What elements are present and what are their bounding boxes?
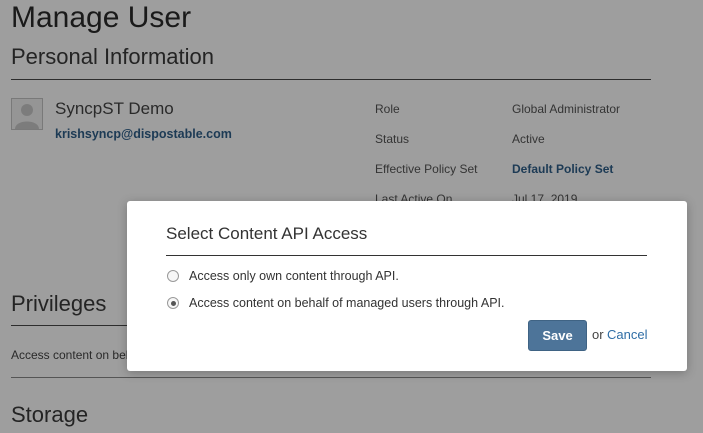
radio-managed-users[interactable] [167,297,179,309]
radio-own-content[interactable] [167,270,179,282]
option-managed-users[interactable]: Access content on behalf of managed user… [167,296,504,310]
or-text: or [592,327,604,342]
option-own-content[interactable]: Access only own content through API. [167,269,399,283]
option-managed-users-label: Access content on behalf of managed user… [189,296,505,310]
content-api-access-dialog: Select Content API Access Access only ow… [127,201,687,371]
dialog-title: Select Content API Access [166,224,368,243]
save-button[interactable]: Save [528,320,587,351]
option-own-content-label: Access only own content through API. [189,269,399,283]
dialog-divider [166,255,647,256]
cancel-link[interactable]: Cancel [607,327,647,343]
